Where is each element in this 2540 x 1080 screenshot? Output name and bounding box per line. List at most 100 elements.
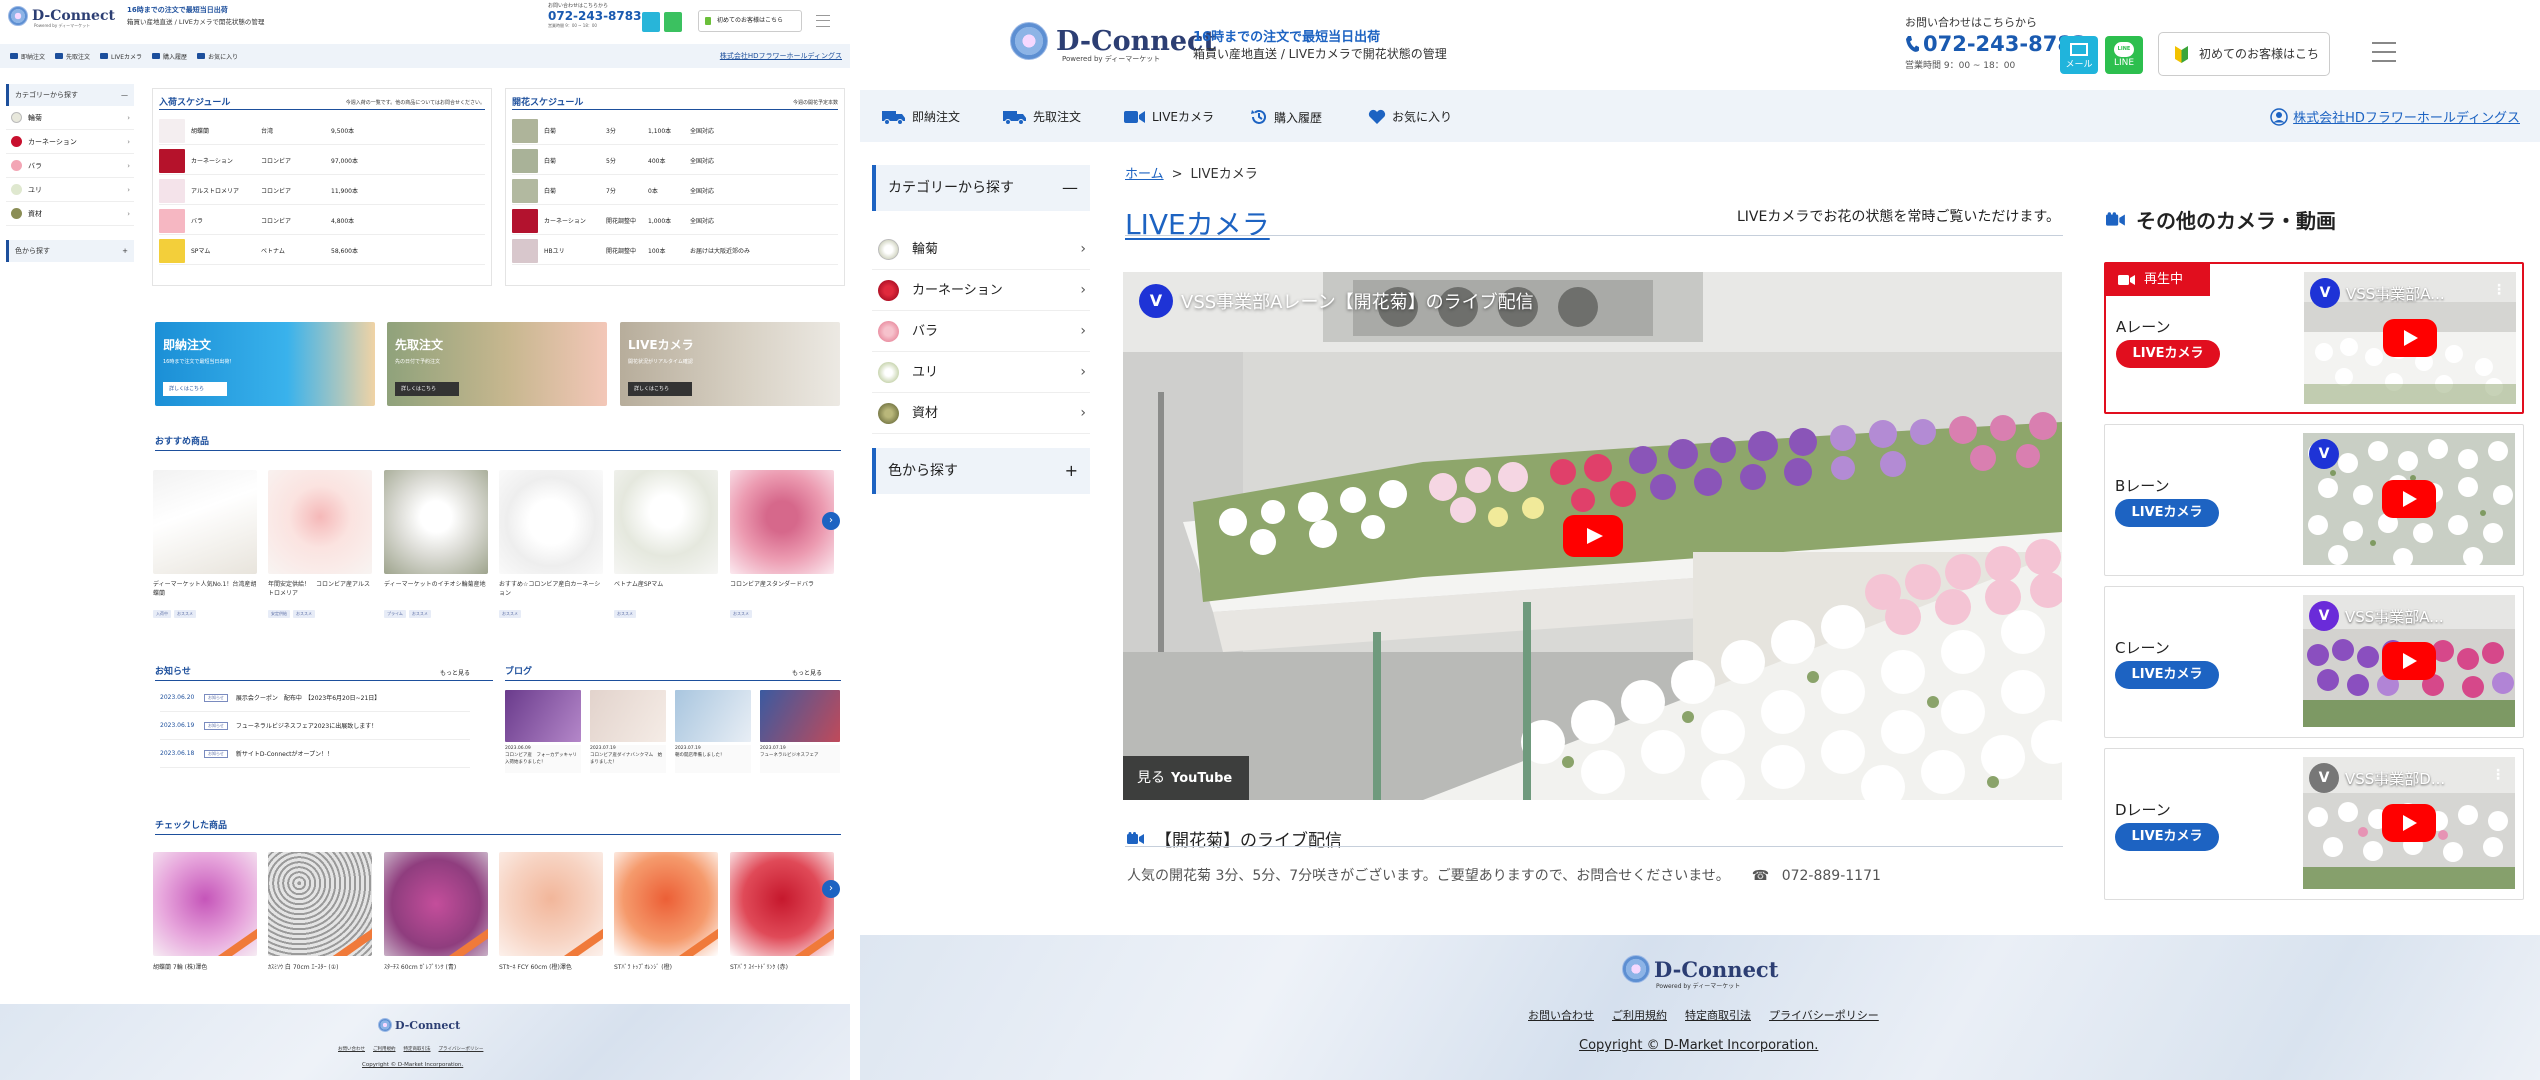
camera-card-d[interactable]: Dレーン LIVEカメラ V VSS事業部D... ⋮: [2104, 748, 2524, 900]
nav-item-live[interactable]: LIVEカメラ: [1124, 108, 1214, 125]
nav-item-immediate[interactable]: 即納注文: [10, 52, 45, 61]
logo[interactable]: D-Connect Powered by ディーマーケット: [1010, 22, 1216, 63]
sidebar-item-rinkiku[interactable]: 輪菊: [6, 106, 134, 130]
nav-item-immediate[interactable]: 即納注文: [882, 108, 960, 125]
news-item[interactable]: 2023.06.20 お知らせ 展示会クーポン 配布中 【2023年6月20日~21…: [160, 684, 470, 712]
checked-product[interactable]: STﾊﾞﾗ ｽｲｰﾄﾄﾞﾘﾝｸ (赤): [730, 852, 834, 971]
truck-icon: [10, 53, 18, 59]
checked-product[interactable]: ｽﾀｰﾁｽ 60cm ｶﾞﾚﾌﾞﾘﾝｸ (青): [384, 852, 488, 971]
live-camera-button[interactable]: LIVEカメラ: [2115, 661, 2219, 689]
nav-item-live[interactable]: LIVEカメラ: [100, 52, 142, 61]
color-header[interactable]: 色から探す: [6, 240, 134, 262]
youtube-play-icon[interactable]: [2382, 642, 2436, 680]
news-more-link[interactable]: もっと見る: [440, 668, 470, 677]
video-thumbnail[interactable]: V VSS事業部A... ⋮: [2304, 272, 2516, 404]
footer-link-contact[interactable]: お問い合わせ: [1528, 1007, 1594, 1023]
corp-link[interactable]: 株式会社HDフラワーホールディングス: [2270, 107, 2520, 126]
live-video-player[interactable]: V VSS事業部Aレーン【開花菊】のライブ配信 見る YouTube: [1123, 272, 2062, 800]
sidebar-item-carnation[interactable]: カーネーション ›: [872, 270, 1090, 311]
blog-card[interactable]: 2023.07.19 フューネラルビジネスフェア: [760, 690, 840, 773]
blog-more-link[interactable]: もっと見る: [792, 668, 822, 677]
footer-link-privacy[interactable]: プライバシーポリシー: [1769, 1007, 1879, 1023]
nav-item-history[interactable]: 購入履歴: [152, 52, 187, 61]
sidebar-item-carnation[interactable]: カーネーション: [6, 130, 134, 154]
live-camera-button[interactable]: LIVEカメラ: [2115, 823, 2219, 851]
sidebar-item-lily[interactable]: ユリ: [6, 178, 134, 202]
camera-card-b[interactable]: Bレーン LIVEカメラ V: [2104, 424, 2524, 576]
video-thumbnail[interactable]: V VSS事業部D... ⋮: [2303, 757, 2515, 889]
video-title-bar: V VSS事業部Aレーン【開花菊】のライブ配信: [1139, 284, 1534, 318]
product-card[interactable]: ディーマーケットのイチオシ輪菊産地 プライム おススメ: [384, 470, 488, 618]
banner-live[interactable]: LIVEカメラ 開花状況がリアルタイム確認 詳しくはこちら: [620, 322, 840, 406]
more-options-icon[interactable]: ⋮: [2491, 767, 2505, 783]
channel-avatar-icon[interactable]: V: [1139, 284, 1173, 318]
live-camera-button[interactable]: LIVEカメラ: [2115, 499, 2219, 527]
banner-immediate[interactable]: 即納注文 16時まで注文で最短当日出荷！ 詳しくはこちら: [155, 322, 375, 406]
news-item[interactable]: 2023.06.18 お知らせ 新サイトD-Connectがオープン！！: [160, 740, 470, 768]
logo[interactable]: D-Connect Powered by ディーマーケット: [8, 6, 115, 28]
sidebar-item-material[interactable]: 資材: [6, 202, 134, 226]
breadcrumb-home[interactable]: ホーム: [1125, 167, 1164, 182]
carousel-next-icon[interactable]: ›: [822, 512, 840, 530]
carousel-next-icon[interactable]: ›: [822, 880, 840, 898]
product-card[interactable]: ディーマーケット人気No.1！台湾産胡蝶蘭 入荷中 おススメ: [153, 470, 257, 618]
footer-link[interactable]: プライバシーポリシー: [439, 1046, 484, 1052]
footer-link-commerce-law[interactable]: 特定商取引法: [1685, 1007, 1751, 1023]
youtube-play-icon[interactable]: [1563, 515, 1623, 557]
sidebar-item-lily[interactable]: ユリ ›: [872, 352, 1090, 393]
sidebar-item-rose[interactable]: バラ ›: [872, 311, 1090, 352]
checked-product[interactable]: STﾊﾞﾗ ﾄｯﾌﾟｵﾚﾝｼﾞ (橙): [614, 852, 718, 971]
checked-product[interactable]: STｶｰﾈ FCY 60cm (橙)澤色: [499, 852, 603, 971]
checked-product[interactable]: 胡蝶蘭 7輪 (株)澤色: [153, 852, 257, 971]
footer-link[interactable]: お問い合わせ: [338, 1046, 365, 1052]
product-card[interactable]: コロンビア産スタンダードバラ おススメ: [730, 470, 834, 618]
live-tel[interactable]: 072-889-1171: [1782, 868, 1881, 884]
footer-link[interactable]: 特定商取引法: [404, 1046, 431, 1052]
footer-link[interactable]: ご利用規約: [373, 1046, 396, 1052]
nav-item-preorder[interactable]: 先取注文: [55, 52, 90, 61]
nav-item-favorite[interactable]: お気に入り: [197, 52, 238, 61]
footer-link-terms[interactable]: ご利用規約: [1612, 1007, 1667, 1023]
checked-product[interactable]: ｶｽﾐｿｳ 白 70cm ｴｰｽﾀｰ (①): [268, 852, 372, 971]
product-card[interactable]: 年間安定供給！ コロンビア産アルストロメリア 安定供給 おススメ: [268, 470, 372, 618]
sidebar-item-rinkiku[interactable]: 輪菊 ›: [872, 229, 1090, 270]
nav-item-preorder[interactable]: 先取注文: [1003, 108, 1081, 125]
more-options-icon[interactable]: ⋮: [2492, 282, 2506, 298]
line-button[interactable]: LINE LINE: [2105, 36, 2143, 74]
nav-item-favorite[interactable]: お気に入り: [1368, 108, 1452, 125]
mail-button[interactable]: メール: [2060, 36, 2098, 74]
first-time-button[interactable]: 初めてのお客様はこちら: [2158, 32, 2330, 103]
youtube-play-icon[interactable]: [2383, 319, 2437, 357]
hamburger-menu-icon[interactable]: [2372, 42, 2396, 62]
blog-card[interactable]: 2023.07.19 コロンビア産ダイナバンクマム 始まりました！: [590, 690, 666, 773]
category-header[interactable]: カテゴリーから探す: [6, 84, 134, 106]
camera-card-c[interactable]: Cレーン LIVEカメラ V VSS事業部A...: [2104, 586, 2524, 738]
product-card[interactable]: おすすめ☆コロンビア産白カーネーション おススメ: [499, 470, 603, 618]
color-header[interactable]: 色から探す +: [872, 448, 1090, 494]
video-title[interactable]: VSS事業部Aレーン【開花菊】のライブ配信: [1181, 288, 1534, 314]
first-time-button[interactable]: 初めてのお客様はこちら: [698, 10, 802, 32]
watch-on-youtube[interactable]: 見る YouTube: [1123, 756, 1249, 800]
youtube-play-icon[interactable]: [2382, 480, 2436, 518]
tel-link[interactable]: 072-243-8783: [548, 9, 641, 23]
footer-logo[interactable]: D-Connect Powered by ディーマーケット: [1622, 955, 1778, 990]
category-header[interactable]: カテゴリーから探す —: [872, 165, 1090, 211]
news-item[interactable]: 2023.06.19 お知らせ フューネラルビジネスフェア2023に出展致します！: [160, 712, 470, 740]
corp-link[interactable]: 株式会社HDフラワーホールディングス: [720, 51, 842, 61]
nav-item-history[interactable]: 購入履歴: [1250, 108, 1322, 126]
blog-card[interactable]: 2023.07.19 朝の開店準備しました！: [675, 690, 751, 773]
youtube-play-icon[interactable]: [2382, 804, 2436, 842]
mail-button[interactable]: [642, 12, 660, 32]
product-card[interactable]: ベトナム産SPマム おススメ: [614, 470, 718, 618]
line-button[interactable]: [664, 12, 682, 32]
table-row: 白菊 7分 0本 全国対応: [512, 177, 838, 205]
banner-preorder[interactable]: 先取注文 先の日付で予約注文 詳しくはこちら: [387, 322, 607, 406]
sidebar-item-material[interactable]: 資材 ›: [872, 393, 1090, 434]
sidebar-item-rose[interactable]: バラ: [6, 154, 134, 178]
blog-card[interactable]: 2023.06.09 コロンビア産 フォーカデッキャリ 入荷始まりました！: [505, 690, 582, 773]
camera-card-a[interactable]: 再生中 Aレーン LIVEカメラ V VSS事業部A... ⋮: [2104, 262, 2524, 414]
live-camera-button[interactable]: LIVEカメラ: [2116, 340, 2220, 368]
hamburger-menu-icon[interactable]: [816, 15, 830, 27]
video-thumbnail[interactable]: V VSS事業部A...: [2303, 595, 2515, 727]
video-thumbnail[interactable]: V: [2303, 433, 2515, 565]
